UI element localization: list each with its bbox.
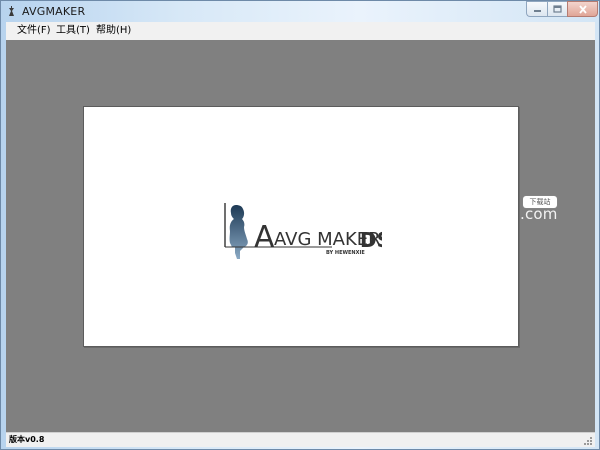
title-bar[interactable]: AVGMAKER bbox=[1, 1, 599, 22]
logo-suffix: DS bbox=[360, 228, 382, 252]
logo-byline: BY HEWENXIE bbox=[326, 250, 365, 256]
close-button[interactable] bbox=[567, 1, 598, 17]
close-icon bbox=[578, 4, 587, 14]
logo-a-letter: A bbox=[254, 220, 275, 255]
menu-help[interactable]: 帮助(H) bbox=[96, 24, 131, 38]
maximize-button[interactable] bbox=[547, 1, 567, 17]
menu-bar: 文件(F) 工具(T) 帮助(H) bbox=[6, 22, 595, 41]
watermark-text: .com bbox=[520, 205, 558, 223]
minimize-icon bbox=[533, 9, 541, 12]
workspace: A AVG MAKER DS BY HEWENXIE bbox=[6, 40, 595, 432]
menu-file[interactable]: 文件(F) bbox=[17, 24, 51, 38]
girl-silhouette-icon bbox=[229, 205, 248, 259]
menu-tools[interactable]: 工具(T) bbox=[56, 24, 90, 38]
splash-panel: A AVG MAKER DS BY HEWENXIE bbox=[83, 106, 519, 347]
resize-grip-icon[interactable] bbox=[583, 436, 593, 446]
window-title: AVGMAKER bbox=[22, 5, 86, 18]
avgmaker-logo: A AVG MAKER DS BY HEWENXIE bbox=[224, 203, 382, 259]
version-label: 版本v0.8 bbox=[9, 435, 45, 444]
app-icon bbox=[9, 6, 14, 16]
maximize-icon bbox=[553, 5, 562, 13]
status-bar: 版本v0.8 bbox=[6, 432, 595, 447]
app-window: AVGMAKER 文件(F) 工具(T) 帮助(H) A AVG MAKER D… bbox=[0, 0, 600, 450]
minimize-button[interactable] bbox=[526, 1, 547, 17]
